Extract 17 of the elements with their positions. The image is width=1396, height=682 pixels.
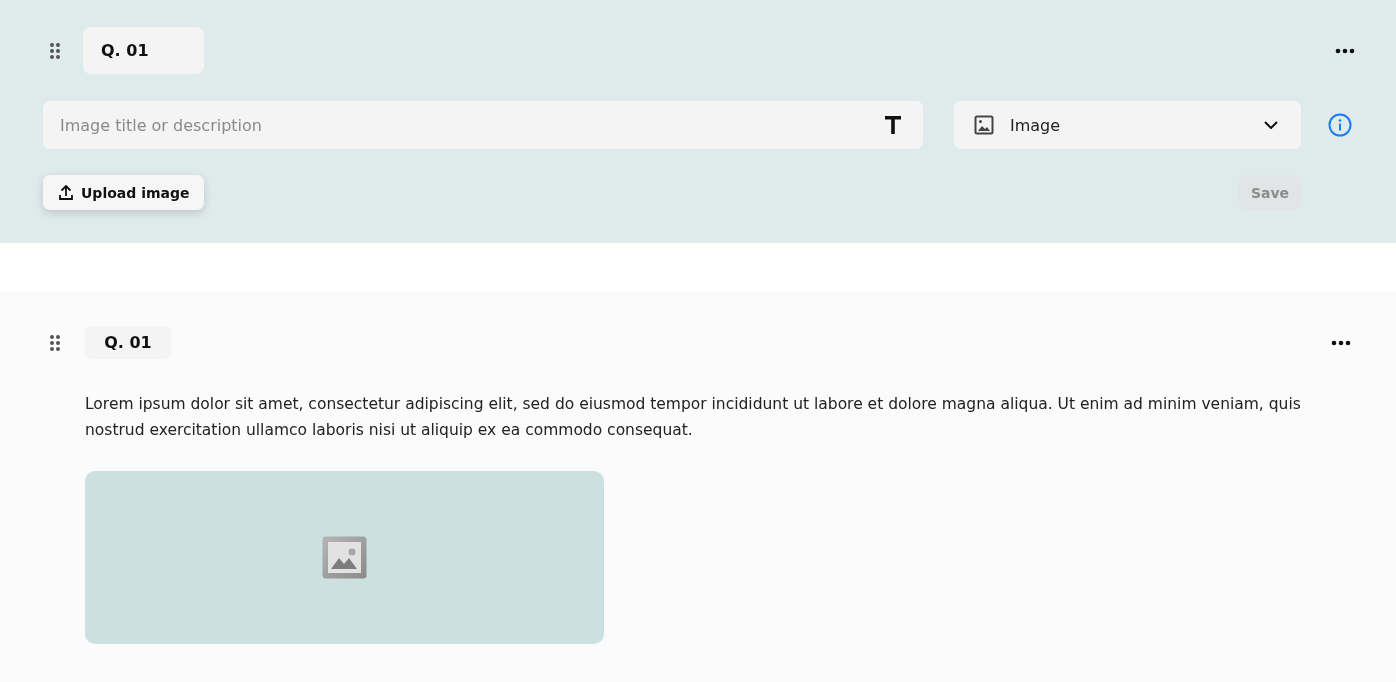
- more-icon[interactable]: [1335, 47, 1355, 54]
- question-text: Lorem ipsum dolor sit amet, consectetur adipiscing elit, sed do eiusmod tempor incididunt ut labore et dolore magna aliqua. Ut enim ad minim veniam, quis nostrud exercitation ullamco laboris nisi ut aliquip ex ea commodo consequat.: [85, 394, 1302, 441]
- question-label: Q. 01: [85, 326, 171, 359]
- upload-image-button[interactable]: Upload image: [43, 175, 204, 210]
- select-value: Image: [1010, 115, 1061, 135]
- title-field[interactable]: Image title or description: [43, 101, 923, 149]
- drag-handle-icon[interactable]: [49, 333, 61, 352]
- broken-image-icon: [322, 536, 367, 579]
- text-format-icon[interactable]: [885, 116, 901, 134]
- chevron-down-icon: [1264, 121, 1278, 129]
- upload-icon: [59, 185, 73, 200]
- info-icon[interactable]: [1328, 113, 1352, 137]
- question-label: Q. 01: [83, 27, 204, 74]
- more-icon[interactable]: [1331, 339, 1351, 346]
- drag-handle-icon[interactable]: [49, 41, 61, 60]
- image-icon: [974, 115, 994, 135]
- type-select[interactable]: Image: [954, 101, 1301, 149]
